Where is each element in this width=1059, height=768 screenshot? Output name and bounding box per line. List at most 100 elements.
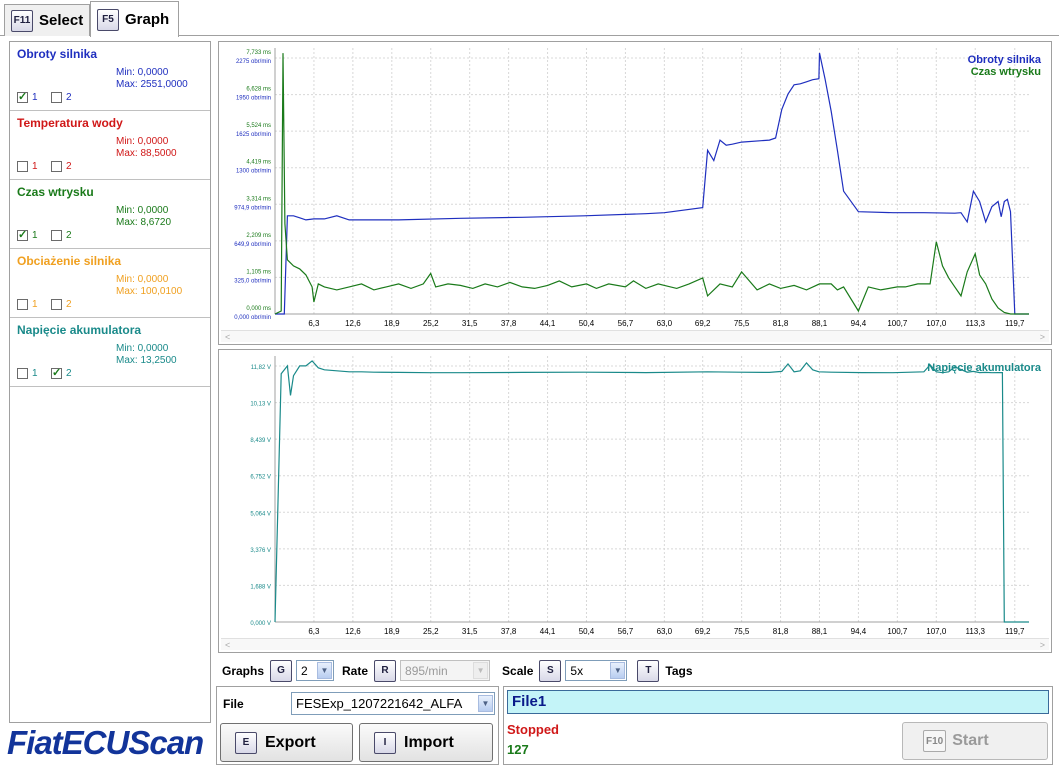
graph-2-scrollbar[interactable]: < > xyxy=(221,638,1049,650)
tab-select[interactable]: F11 Select xyxy=(4,4,90,36)
graph-2-checkbox[interactable]: 2 xyxy=(51,366,72,379)
graph-1-checkbox[interactable]: 1 xyxy=(17,90,38,103)
checkbox-icon[interactable] xyxy=(17,299,28,310)
filename-display: File1 xyxy=(507,690,1049,714)
graph-2-checkbox[interactable]: 2 xyxy=(51,299,72,310)
tab-graph[interactable]: F5 Graph xyxy=(90,1,179,37)
f11-key-icon: F11 xyxy=(11,9,33,32)
chevron-down-icon[interactable]: ▼ xyxy=(317,662,333,679)
signal-obciazenie-silnika: Obciażenie silnika Min: 0,0000 Max: 100,01… xyxy=(10,249,210,318)
x-tick-label: 75,5 xyxy=(734,319,750,328)
checkbox-icon[interactable] xyxy=(17,90,28,103)
chevron-down-icon[interactable]: ▼ xyxy=(478,695,493,712)
rate-select[interactable]: 895/min ▼ xyxy=(400,660,491,681)
x-tick-label: 25,2 xyxy=(423,627,439,636)
sample-count: 127 xyxy=(507,742,529,757)
signal-name: Obroty silnika xyxy=(17,47,98,61)
y-tick-label: 1950 obr/min xyxy=(236,96,271,102)
scroll-left-icon[interactable]: < xyxy=(225,332,230,342)
tab-bar: F11 Select F5 Graph xyxy=(0,0,1059,37)
signal-max: Max: 13,2500 xyxy=(116,355,177,366)
signal-min: Min: 0,0000 xyxy=(116,274,169,285)
scale-select[interactable]: 5x ▼ xyxy=(565,660,628,681)
checkbox-label: 2 xyxy=(66,368,72,379)
signal-min: Min: 0,0000 xyxy=(116,205,169,216)
checkbox-icon[interactable] xyxy=(51,161,62,172)
graph-1-scrollbar[interactable]: < > xyxy=(221,330,1049,342)
y-tick-label: 1625 obr/min xyxy=(236,132,271,138)
y-tick-label: 5,064 V xyxy=(250,511,271,517)
y-tick-label: 5,524 ms xyxy=(246,123,271,129)
x-tick-label: 88,1 xyxy=(812,319,828,328)
rate-key-icon[interactable]: R xyxy=(374,659,397,682)
graph-2-checkbox[interactable]: 2 xyxy=(51,92,72,103)
export-button[interactable]: E Export xyxy=(220,723,353,762)
x-tick-label: 81,8 xyxy=(773,319,789,328)
start-button[interactable]: F10 Start xyxy=(902,722,1048,760)
x-tick-label: 119,7 xyxy=(1005,627,1025,636)
checkbox-icon[interactable] xyxy=(17,161,28,172)
x-tick-label: 107,0 xyxy=(926,627,947,636)
signal-obroty-silnika: Obroty silnika Min: 0,0000Max: 2551,0000 1… xyxy=(10,42,210,111)
import-label: Import xyxy=(404,733,454,751)
f10-key-icon: F10 xyxy=(923,730,947,752)
signal-max: Max: 88,5000 xyxy=(116,148,177,159)
graphs-select[interactable]: 2 ▼ xyxy=(296,660,335,681)
graphs-key-icon[interactable]: G xyxy=(270,659,293,682)
signal-czas-wtrysku: Czas wtrysku Min: 0,0000Max: 8,6720 1 2 xyxy=(10,180,210,249)
tags-key-icon[interactable]: T xyxy=(637,659,660,682)
export-key-icon: E xyxy=(235,731,257,754)
chevron-down-icon[interactable]: ▼ xyxy=(610,662,626,679)
checkbox-label: 2 xyxy=(66,299,72,310)
x-tick-label: 44,1 xyxy=(540,627,556,636)
scroll-right-icon[interactable]: > xyxy=(1040,640,1045,650)
graph-1-checkbox[interactable]: 1 xyxy=(17,228,38,241)
graph-1-plot: 6,3 12,6 18,9 25,2 31,5 37,8 44,1 50,4 56,7 63,0 6… xyxy=(234,48,1029,328)
checkbox-icon[interactable] xyxy=(51,92,62,103)
file-select[interactable]: FESExp_1207221642_ALFA ▼ xyxy=(291,692,495,715)
y-tick-label: 11,82 V xyxy=(251,365,271,371)
signal-max: Max: 100,0100 xyxy=(116,286,183,297)
graph-2-legend: Napięcie akumulatora xyxy=(927,362,1041,374)
graph-panel-2: 6,3 12,6 18,9 25,2 31,5 37,8 44,1 50,4 56,7 63,0 6… xyxy=(218,349,1052,653)
status-text: Stopped xyxy=(507,722,559,737)
x-tick-label: 12,6 xyxy=(345,319,361,328)
tab-graph-label: Graph xyxy=(125,11,170,28)
y-tick-label: 3,314 ms xyxy=(246,196,271,202)
legend-napiecie-akumulatora: Napięcie akumulatora xyxy=(927,362,1041,374)
checkbox-label: 2 xyxy=(66,92,72,103)
graph-1-checkbox[interactable]: 1 xyxy=(17,299,38,310)
checkbox-icon[interactable] xyxy=(17,368,28,379)
x-tick-label: 94,4 xyxy=(851,627,867,636)
checkbox-icon[interactable] xyxy=(17,228,28,241)
x-tick-label: 50,4 xyxy=(579,627,595,636)
graph-2-checkbox[interactable]: 2 xyxy=(51,230,72,241)
graph-2-checkbox[interactable]: 2 xyxy=(51,161,72,172)
tags-label[interactable]: Tags xyxy=(665,664,692,678)
x-tick-label: 94,4 xyxy=(851,319,867,328)
signal-list: Obroty silnikaMin: 0,0000Max: 2551,00001… xyxy=(9,41,211,723)
y-tick-label: 1300 obr/min xyxy=(236,169,271,175)
checkbox-icon[interactable] xyxy=(51,299,62,310)
tab-select-label: Select xyxy=(39,12,84,29)
x-tick-label: 69,2 xyxy=(695,319,711,328)
x-tick-label: 113,3 xyxy=(966,627,986,636)
x-tick-label: 56,7 xyxy=(618,319,634,328)
scroll-left-icon[interactable]: < xyxy=(225,640,230,650)
y-tick-label: 4,419 ms xyxy=(246,160,271,166)
signal-min: Min: 0,0000 xyxy=(116,343,169,354)
scale-key-icon[interactable]: S xyxy=(539,659,562,682)
scroll-right-icon[interactable]: > xyxy=(1040,332,1045,342)
graph-1-checkbox[interactable]: 1 xyxy=(17,368,38,379)
import-button[interactable]: I Import xyxy=(359,723,493,762)
graph-1-checkbox[interactable]: 1 xyxy=(17,161,38,172)
import-key-icon: I xyxy=(374,731,396,754)
checkbox-icon[interactable] xyxy=(51,366,62,379)
x-tick-label: 100,7 xyxy=(887,627,908,636)
f5-key-icon: F5 xyxy=(97,8,119,31)
x-tick-label: 31,5 xyxy=(462,319,478,328)
series-line-napiecie-akumulatora xyxy=(274,360,1029,623)
checkbox-icon[interactable] xyxy=(51,230,62,241)
file-panel: File FESExp_1207221642_ALFA ▼ E Export I… xyxy=(216,686,499,765)
x-tick-label: 63,0 xyxy=(657,627,673,636)
